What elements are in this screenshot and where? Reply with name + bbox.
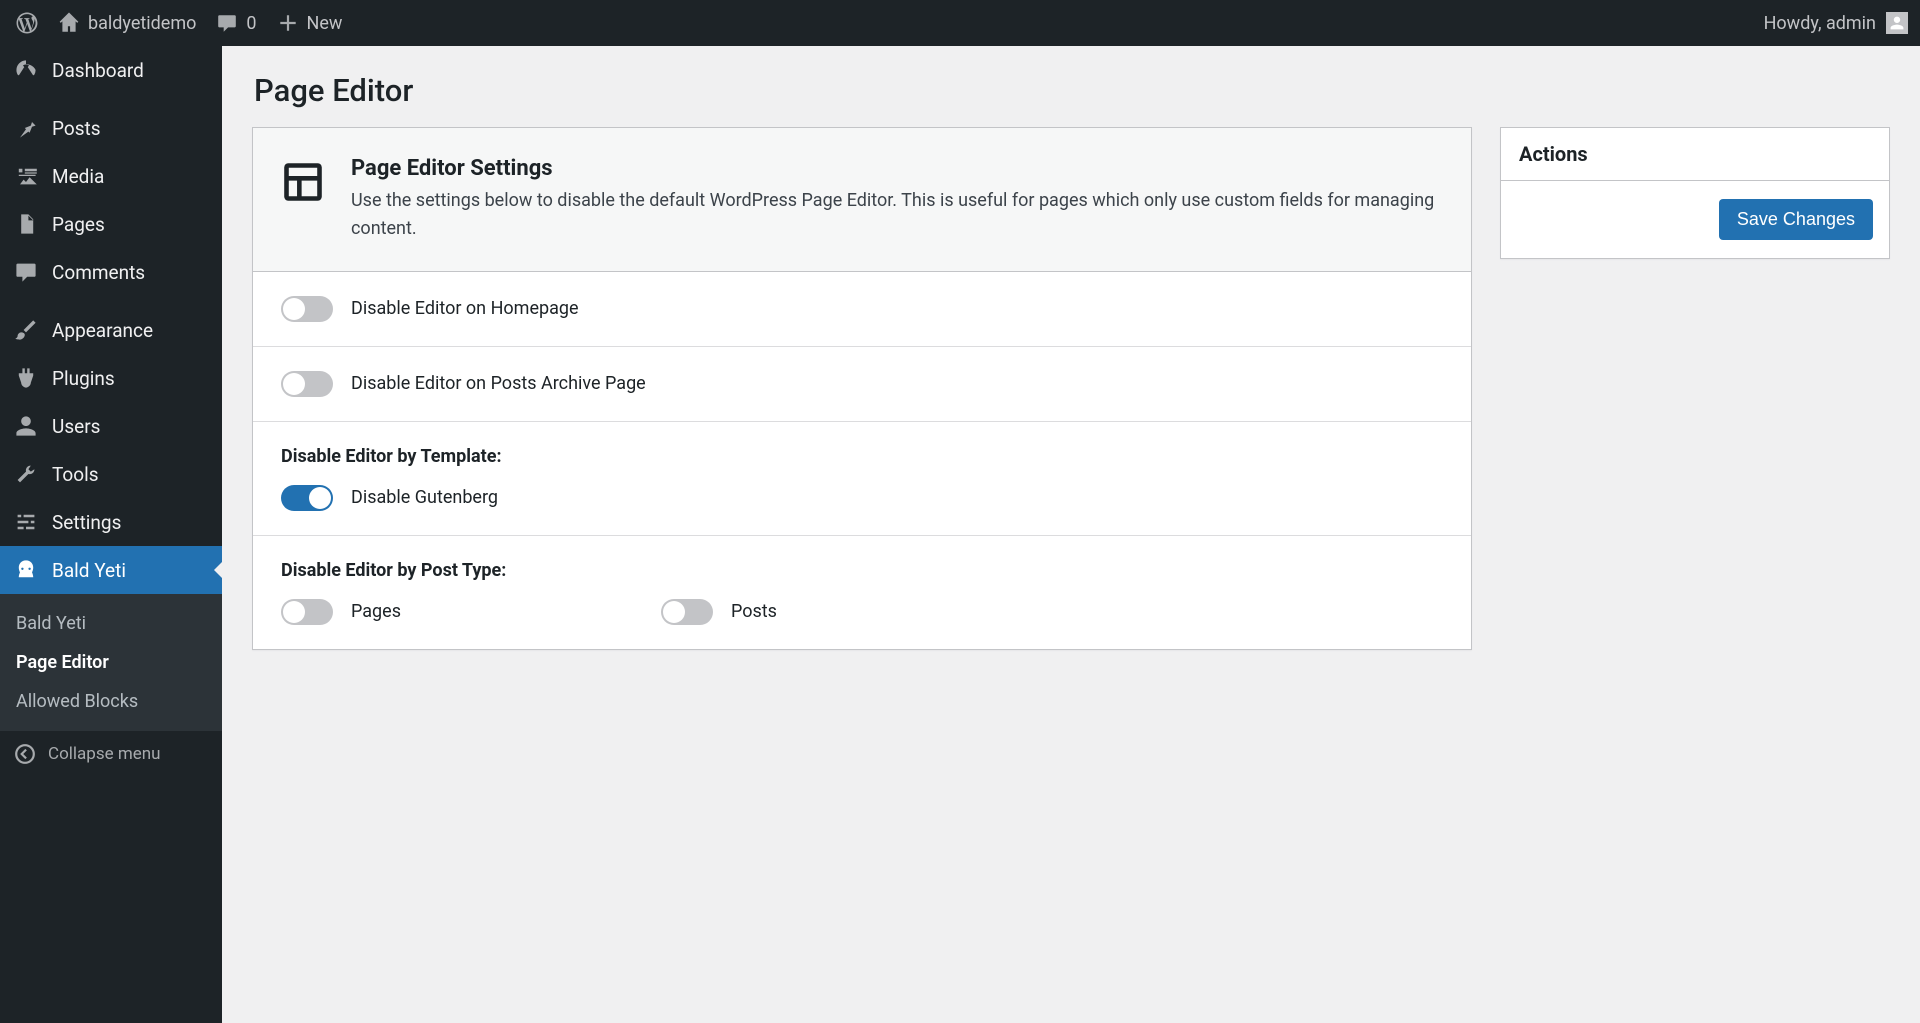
toggle-posts[interactable] xyxy=(661,599,713,625)
sidebar-item-dashboard[interactable]: Dashboard xyxy=(0,46,222,94)
sidebar-item-label: Media xyxy=(52,165,104,188)
wrench-icon xyxy=(14,462,38,486)
sidebar-item-posts[interactable]: Posts xyxy=(0,104,222,152)
main-content: Page Editor Page Editor Settings Use the… xyxy=(222,0,1920,680)
sidebar-item-plugins[interactable]: Plugins xyxy=(0,354,222,402)
toggle-gutenberg[interactable] xyxy=(281,485,333,511)
collapse-icon xyxy=(14,743,36,765)
sidebar-item-label: Posts xyxy=(52,117,101,140)
sidebar-item-label: Plugins xyxy=(52,367,115,390)
comment-icon xyxy=(14,260,38,284)
section-template-heading: Disable Editor by Template: xyxy=(281,446,1443,467)
greeting: Howdy, admin xyxy=(1764,13,1876,34)
plus-icon xyxy=(277,12,299,34)
settings-description: Use the settings below to disable the de… xyxy=(351,187,1443,243)
page-title: Page Editor xyxy=(252,56,1890,127)
yeti-icon xyxy=(14,558,38,582)
actions-heading: Actions xyxy=(1501,128,1889,181)
site-link[interactable]: baldyetidemo xyxy=(48,0,206,46)
adminbar-new[interactable]: New xyxy=(267,0,353,46)
wp-logo[interactable] xyxy=(6,0,48,46)
toggle-label: Posts xyxy=(731,601,777,622)
comment-icon xyxy=(216,12,238,34)
sidebar-item-label: Comments xyxy=(52,261,145,284)
sidebar-item-pages[interactable]: Pages xyxy=(0,200,222,248)
section-posttype-heading: Disable Editor by Post Type: xyxy=(281,560,1443,581)
layout-icon xyxy=(281,160,325,204)
save-button[interactable]: Save Changes xyxy=(1719,199,1873,240)
sidebar-item-baldyeti[interactable]: Bald Yeti xyxy=(0,546,222,594)
settings-card: Page Editor Settings Use the settings be… xyxy=(252,127,1472,650)
actions-box: Actions Save Changes xyxy=(1500,127,1890,259)
collapse-label: Collapse menu xyxy=(48,744,161,764)
brush-icon xyxy=(14,318,38,342)
sidebar-item-label: Bald Yeti xyxy=(52,559,126,582)
adminbar-account[interactable]: Howdy, admin xyxy=(1764,12,1908,34)
toggle-pages[interactable] xyxy=(281,599,333,625)
sidebar-submenu: Bald Yeti Page Editor Allowed Blocks xyxy=(0,594,222,731)
sliders-icon xyxy=(14,510,38,534)
comments-count: 0 xyxy=(246,13,256,34)
wordpress-icon xyxy=(16,12,38,34)
admin-sidebar: Dashboard Posts Media Pages Comments App… xyxy=(0,46,222,1023)
pin-icon xyxy=(14,116,38,140)
sidebar-item-label: Appearance xyxy=(52,319,153,342)
sidebar-item-appearance[interactable]: Appearance xyxy=(0,306,222,354)
adminbar-comments[interactable]: 0 xyxy=(206,0,266,46)
toggle-archive[interactable] xyxy=(281,371,333,397)
avatar xyxy=(1886,12,1908,34)
toggle-label: Disable Editor on Posts Archive Page xyxy=(351,373,646,394)
sidebar-item-settings[interactable]: Settings xyxy=(0,498,222,546)
toggle-label: Pages xyxy=(351,601,401,622)
sidebar-item-comments[interactable]: Comments xyxy=(0,248,222,296)
submenu-item-baldyeti[interactable]: Bald Yeti xyxy=(0,604,222,643)
toggle-label: Disable Editor on Homepage xyxy=(351,298,579,319)
sidebar-item-media[interactable]: Media xyxy=(0,152,222,200)
user-icon xyxy=(14,414,38,438)
sidebar-item-tools[interactable]: Tools xyxy=(0,450,222,498)
sidebar-item-users[interactable]: Users xyxy=(0,402,222,450)
site-name: baldyetidemo xyxy=(88,13,196,34)
sidebar-item-label: Pages xyxy=(52,213,105,236)
home-icon xyxy=(58,12,80,34)
new-label: New xyxy=(307,13,343,34)
plug-icon xyxy=(14,366,38,390)
sidebar-item-label: Users xyxy=(52,415,100,438)
toggle-label: Disable Gutenberg xyxy=(351,487,498,508)
admin-bar: baldyetidemo 0 New Howdy, admin xyxy=(0,0,1920,46)
page-icon xyxy=(14,212,38,236)
sidebar-item-label: Tools xyxy=(52,463,99,486)
submenu-item-allowed-blocks[interactable]: Allowed Blocks xyxy=(0,682,222,721)
dashboard-icon xyxy=(14,58,38,82)
sidebar-item-label: Settings xyxy=(52,511,121,534)
toggle-homepage[interactable] xyxy=(281,296,333,322)
settings-heading: Page Editor Settings xyxy=(351,156,1443,181)
submenu-item-page-editor[interactable]: Page Editor xyxy=(0,643,222,682)
media-icon xyxy=(14,164,38,188)
collapse-menu[interactable]: Collapse menu xyxy=(0,731,222,777)
sidebar-item-label: Dashboard xyxy=(52,59,144,82)
